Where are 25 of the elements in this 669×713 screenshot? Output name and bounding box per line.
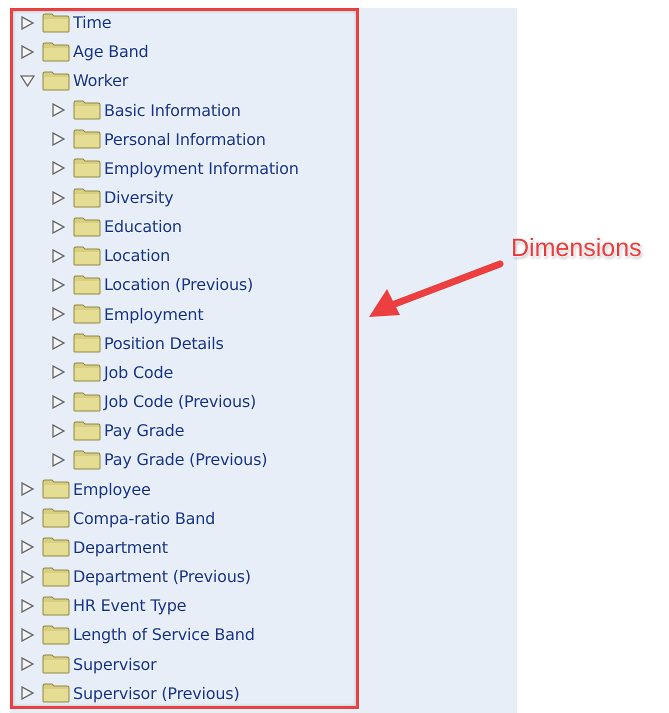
tree-item-label[interactable]: Location: [104, 246, 170, 266]
tree-item-label[interactable]: Personal Information: [104, 130, 266, 149]
tree-item-label[interactable]: Basic Information: [104, 100, 241, 120]
tree-item-label[interactable]: Department (Previous): [73, 567, 251, 586]
tree-item-label[interactable]: Time: [73, 13, 112, 32]
tree-item-label[interactable]: Employment Information: [104, 158, 299, 178]
tree-item-label[interactable]: Pay Grade: [104, 421, 184, 440]
callout-label: Dimensions: [511, 234, 642, 263]
tree-item-label[interactable]: HR Event Type: [73, 596, 186, 616]
tree-item-label[interactable]: Location (Previous): [104, 275, 254, 294]
tree-item-label[interactable]: Worker: [73, 71, 128, 90]
tree-item-label[interactable]: Department: [73, 538, 168, 557]
tree-item-label[interactable]: Supervisor (Previous): [73, 684, 240, 703]
tree-item-label[interactable]: Age Band: [73, 42, 149, 62]
tree-item-label[interactable]: Education: [104, 217, 182, 236]
tree-item-label[interactable]: Pay Grade (Previous): [104, 450, 268, 470]
tree-item-label[interactable]: Employee: [73, 480, 151, 499]
tree-item-label[interactable]: Position Details: [104, 334, 224, 353]
tree-item-label[interactable]: Supervisor: [73, 654, 156, 674]
tree-item-label[interactable]: Job Code: [104, 362, 174, 382]
tree-item-label[interactable]: Employment: [104, 304, 204, 324]
tree-item-label[interactable]: Job Code (Previous): [104, 392, 256, 412]
tree-item-label[interactable]: Diversity: [104, 188, 174, 208]
tree-item-label[interactable]: Compa-ratio Band: [73, 508, 216, 528]
tree-item-label[interactable]: Length of Service Band: [73, 625, 255, 644]
